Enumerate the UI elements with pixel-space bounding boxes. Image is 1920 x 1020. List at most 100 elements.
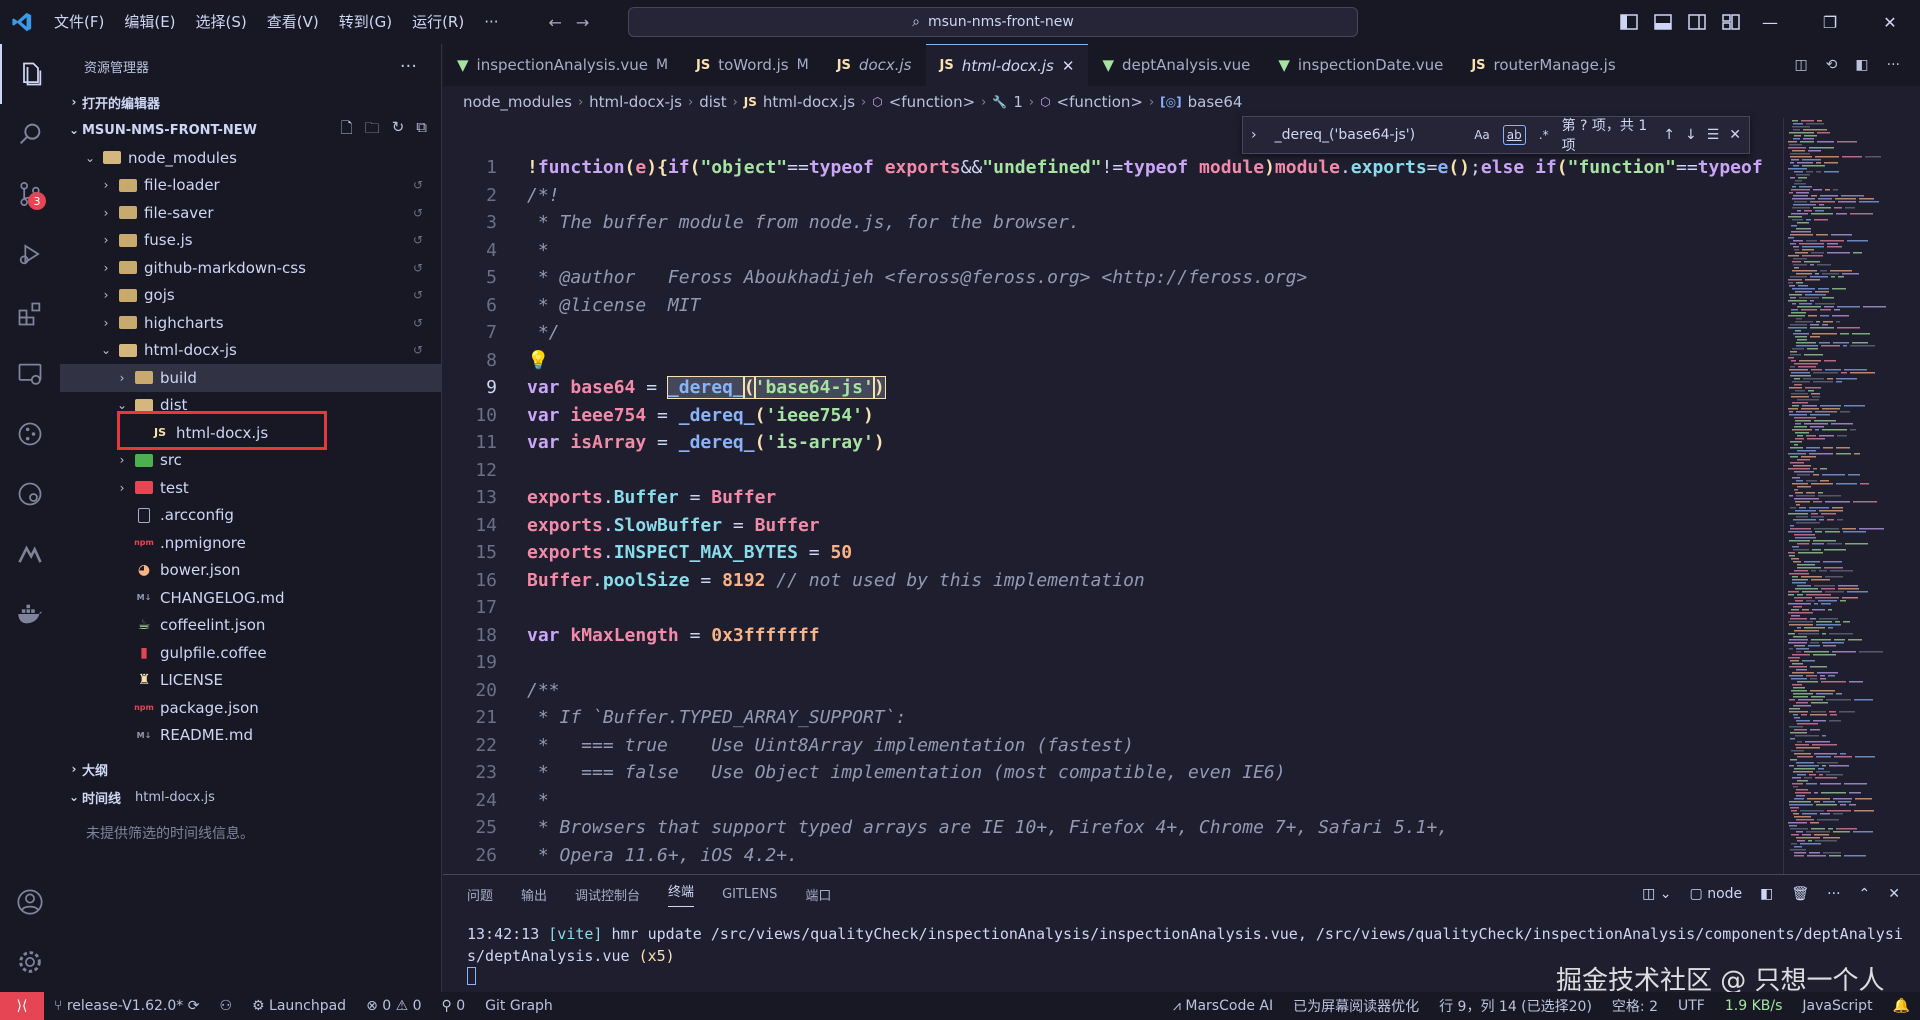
extensions-icon[interactable]	[0, 284, 60, 344]
collapse-all-icon[interactable]: ⧉	[416, 118, 427, 143]
command-center-search[interactable]: ⌕ msun-nms-front-new	[628, 7, 1358, 37]
marscode-status[interactable]: ⩘ MarsCode AI	[1163, 998, 1283, 1014]
find-in-selection-icon[interactable]: ☰	[1707, 127, 1720, 143]
back-arrow-icon[interactable]: ←	[549, 13, 562, 32]
run-debug-icon[interactable]	[0, 224, 60, 284]
close-window-icon[interactable]: ✕	[1860, 13, 1920, 32]
tree-item[interactable]: ♜ LICENSE	[60, 667, 441, 695]
problems-status[interactable]: ⊗ 0 ⚠ 0	[356, 998, 431, 1014]
breadcrumb-item[interactable]: dist	[699, 93, 726, 111]
tree-item[interactable]: ☕ coffeelint.json	[60, 612, 441, 640]
cursor-position[interactable]: 行 9，列 14 (已选择20)	[1429, 996, 1602, 1016]
minimize-icon[interactable]: —	[1740, 13, 1800, 32]
code-editor[interactable]: 1 !function(e){if("object"==typeof export…	[443, 154, 1783, 874]
panel-tab[interactable]: 调试控制台	[575, 885, 640, 904]
branch-status[interactable]: ⑂ release-V1.62.0* ⟳	[44, 998, 209, 1014]
restore-icon[interactable]: ❐	[1800, 13, 1860, 32]
editor-tab[interactable]: JS docx.js	[823, 44, 926, 86]
customize-layout-icon[interactable]	[1722, 14, 1740, 30]
git-graph-status[interactable]: Git Graph	[475, 998, 563, 1014]
screen-reader-status[interactable]: 已为屏幕阅读器优化	[1283, 996, 1429, 1016]
gitlens-icon[interactable]	[0, 404, 60, 464]
file-history-icon[interactable]: ⟲	[1826, 57, 1838, 73]
menu-item[interactable]: 运行(R)	[402, 0, 474, 44]
panel-tab[interactable]: 输出	[521, 885, 547, 904]
toggle-secondary-sidebar-icon[interactable]	[1688, 14, 1706, 30]
toggle-replace-icon[interactable]: ›	[1251, 127, 1257, 143]
more-actions-icon[interactable]: ···	[1887, 57, 1900, 73]
more-actions-icon[interactable]: ···	[1827, 886, 1840, 902]
breadcrumb-item[interactable]: <function>	[889, 93, 975, 111]
open-editors-section[interactable]: › 打开的编辑器	[60, 88, 441, 116]
outline-section[interactable]: › 大纲	[60, 755, 441, 783]
menu-item[interactable]: ···	[474, 0, 508, 44]
menu-item[interactable]: 转到(G)	[329, 0, 402, 44]
tree-item[interactable]: .arcconfig	[60, 502, 441, 530]
tree-item[interactable]: › file-saver ↺	[60, 199, 441, 227]
panel-tab[interactable]: 终端	[668, 881, 695, 907]
tree-item[interactable]: ⌄ html-docx-js ↺	[60, 337, 441, 365]
maximize-panel-icon[interactable]: ⌃	[1859, 886, 1871, 902]
encoding-status[interactable]: UTF	[1668, 998, 1715, 1014]
gitlens-inspect-icon[interactable]	[0, 464, 60, 524]
minimap[interactable]	[1783, 118, 1920, 874]
breadcrumb-item[interactable]: 1	[1013, 93, 1023, 111]
editor-tab[interactable]: JS toWord.js M	[682, 44, 823, 86]
match-word-toggle[interactable]: ab	[1502, 125, 1526, 145]
panel-tab[interactable]: 问题	[467, 885, 493, 904]
project-section[interactable]: ⌄ MSUN-NMS-FRONT-NEW 🗋 🗀 ↻ ⧉	[60, 116, 441, 144]
tree-item[interactable]: › src	[60, 447, 441, 475]
breadcrumb-item[interactable]: html-docx-js	[589, 93, 682, 111]
tree-item[interactable]: › gojs ↺	[60, 282, 441, 310]
editor-tab[interactable]: JS routerManage.js	[1457, 44, 1629, 86]
breadcrumb-item[interactable]: <function>	[1057, 93, 1143, 111]
tree-item[interactable]: ▮ gulpfile.coffee	[60, 639, 441, 667]
launchpad-status[interactable]: ⚙ Launchpad	[242, 998, 356, 1014]
editor-tab[interactable]: ▼ inspectionDate.vue	[1264, 44, 1457, 86]
account-icon[interactable]	[0, 872, 60, 932]
toggle-sidebar-icon[interactable]	[1620, 14, 1638, 30]
tree-item[interactable]: npm package.json	[60, 694, 441, 722]
forward-arrow-icon[interactable]: →	[576, 13, 589, 32]
open-changes-icon[interactable]: ◫	[1794, 57, 1807, 73]
breadcrumb-item[interactable]: node_modules	[463, 93, 572, 111]
split-editor-icon[interactable]: ◧	[1855, 57, 1868, 73]
tree-item[interactable]: › github-markdown-css ↺	[60, 254, 441, 282]
tree-item[interactable]: M↓ README.md	[60, 722, 441, 750]
panel-tab[interactable]: 端口	[805, 885, 831, 904]
match-case-toggle[interactable]: Aa	[1471, 126, 1493, 144]
timeline-section[interactable]: ⌄ 时间线 html-docx.js	[60, 783, 441, 811]
editor-tab[interactable]: JS html-docx.js ✕	[925, 44, 1089, 86]
language-mode[interactable]: JavaScript	[1792, 998, 1882, 1014]
remote-indicator-icon[interactable]: ⟩⟨	[0, 992, 44, 1020]
tree-item[interactable]: › test	[60, 474, 441, 502]
panel-tab[interactable]: GITLENS	[722, 887, 777, 902]
settings-gear-icon[interactable]	[0, 932, 60, 992]
tree-item[interactable]: npm .npmignore	[60, 529, 441, 557]
menu-item[interactable]: 选择(S)	[186, 0, 257, 44]
tree-item[interactable]: › highcharts ↺	[60, 309, 441, 337]
tree-item[interactable]: JS html-docx.js	[60, 419, 441, 447]
new-file-icon[interactable]: 🗋	[341, 118, 353, 143]
regex-toggle[interactable]: .*	[1536, 126, 1552, 144]
tree-item[interactable]: ⌄ dist	[60, 392, 441, 420]
refresh-icon[interactable]: ↻	[392, 118, 405, 143]
remote-explorer-icon[interactable]	[0, 344, 60, 404]
close-panel-icon[interactable]: ✕	[1888, 886, 1900, 902]
ports-status[interactable]: ⚲ 0	[432, 998, 476, 1014]
next-match-icon[interactable]: ↓	[1685, 127, 1697, 143]
tree-item[interactable]: ◕ bower.json	[60, 557, 441, 585]
copilot-icon[interactable]: ⚇	[209, 998, 242, 1014]
editor-tab[interactable]: ▼ inspectionAnalysis.vue M	[443, 44, 682, 86]
toggle-panel-icon[interactable]	[1654, 14, 1672, 30]
tree-item[interactable]: ⌄ node_modules	[60, 144, 441, 172]
more-actions-icon[interactable]: ···	[400, 56, 417, 77]
breadcrumb-item[interactable]: base64	[1188, 93, 1243, 111]
tree-item[interactable]: › file-loader ↺	[60, 172, 441, 200]
docker-icon[interactable]	[0, 584, 60, 644]
tree-item[interactable]: M↓ CHANGELOG.md	[60, 584, 441, 612]
tree-item[interactable]: › fuse.js ↺	[60, 227, 441, 255]
new-folder-icon[interactable]: 🗀	[365, 118, 380, 143]
breadcrumb-item[interactable]: html-docx.js	[763, 93, 855, 111]
terminal-shell[interactable]: ▢ node	[1690, 886, 1743, 902]
